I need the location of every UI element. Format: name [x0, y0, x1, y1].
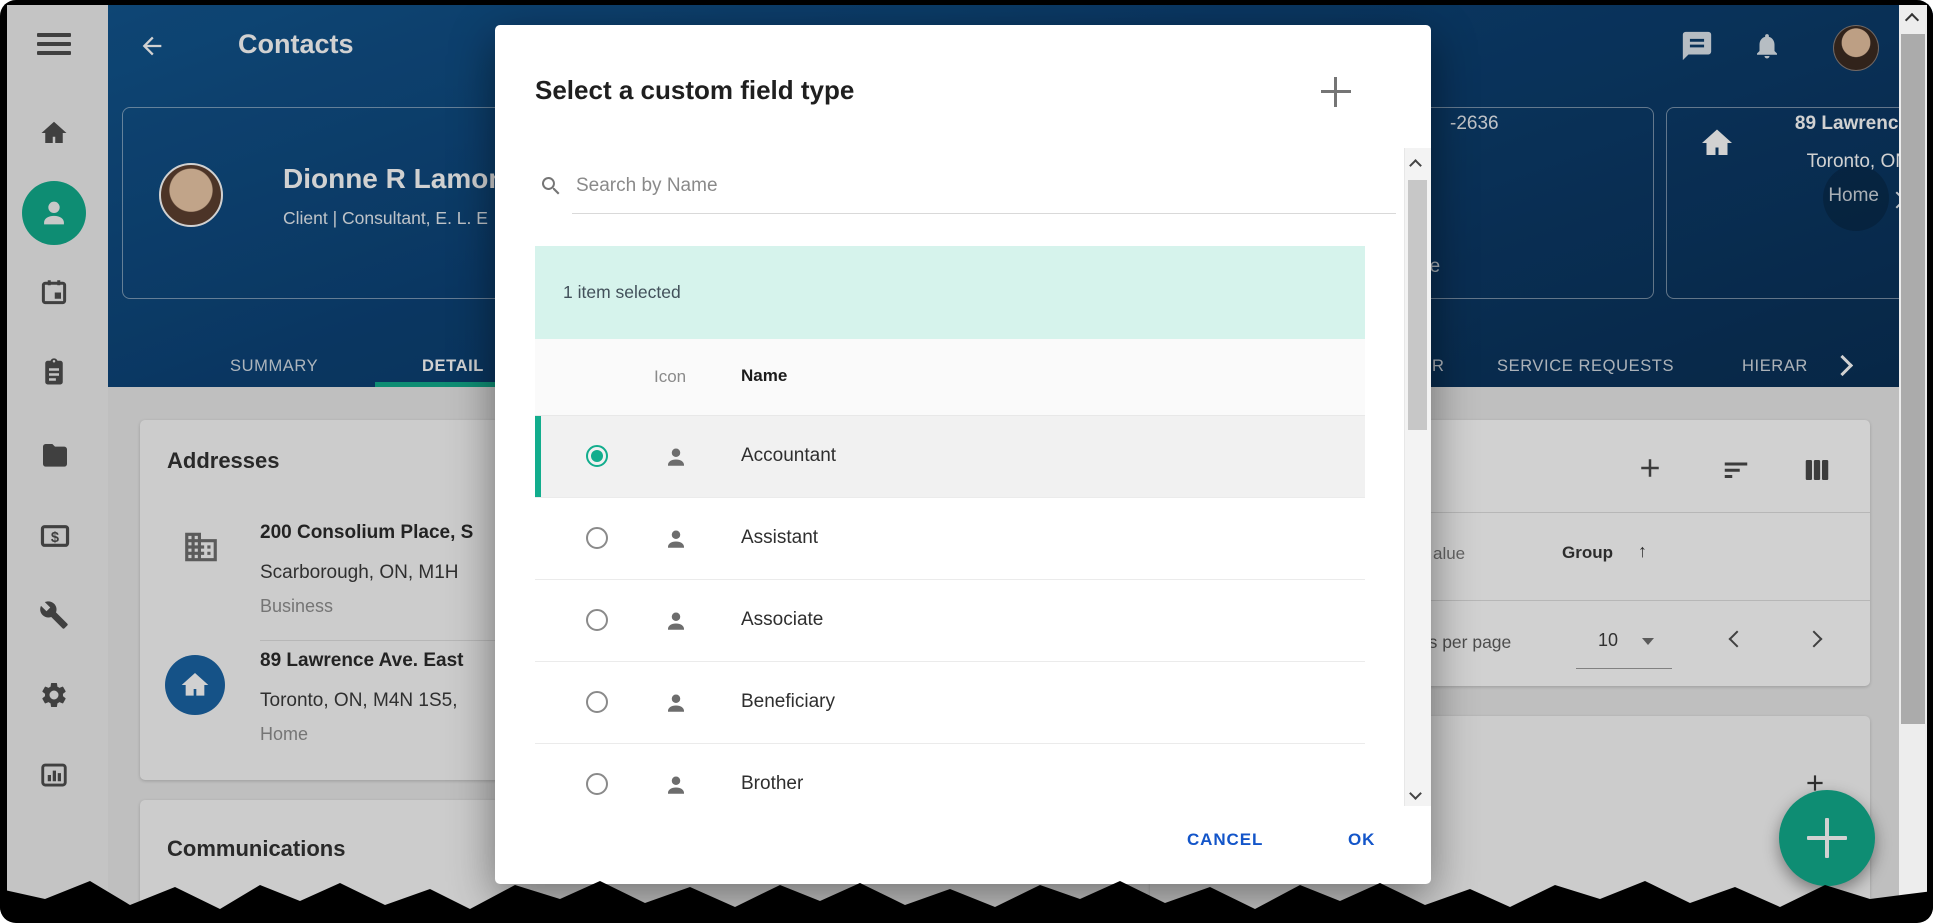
option-row-beneficiary[interactable]: Beneficiary — [535, 662, 1365, 744]
scroll-up-chevron-icon[interactable] — [1907, 12, 1917, 30]
option-row-brother[interactable]: Brother — [535, 744, 1365, 800]
select-field-type-dialog: Select a custom field type 1 item select… — [495, 25, 1431, 884]
search-input[interactable] — [574, 171, 1368, 201]
list-header-row: Icon Name — [535, 339, 1365, 416]
person-icon — [661, 524, 691, 554]
person-icon — [661, 606, 691, 636]
person-icon — [661, 442, 691, 472]
column-header-icon: Icon — [654, 367, 686, 387]
option-label: Accountant — [741, 445, 836, 467]
selection-banner: 1 item selected — [535, 246, 1365, 339]
frame-top — [0, 0, 1933, 5]
cancel-button[interactable]: CANCEL — [1187, 830, 1263, 850]
page-scrollbar-thumb[interactable] — [1901, 34, 1925, 724]
dialog-title: Select a custom field type — [535, 75, 854, 106]
option-row-assistant[interactable]: Assistant — [535, 498, 1365, 580]
radio-button[interactable] — [586, 691, 608, 713]
column-header-name: Name — [741, 366, 787, 386]
option-label: Assistant — [741, 527, 818, 549]
frame-bottom-torn-edge — [0, 875, 1933, 923]
selected-row-bar — [535, 416, 541, 497]
dialog-add-icon[interactable] — [1321, 77, 1351, 107]
frame-left — [0, 0, 7, 923]
radio-button[interactable] — [586, 609, 608, 631]
scroll-down-chevron-icon[interactable] — [1411, 785, 1420, 803]
option-label: Associate — [741, 609, 823, 631]
scroll-up-chevron-icon[interactable] — [1411, 157, 1420, 175]
radio-button[interactable] — [586, 527, 608, 549]
selection-banner-text: 1 item selected — [563, 282, 681, 303]
option-row-associate[interactable]: Associate — [535, 580, 1365, 662]
option-row-accountant[interactable]: Accountant — [535, 416, 1365, 498]
app-screen: Contacts Dionne R Lamont Client | Consul… — [0, 0, 1933, 923]
ok-button[interactable]: OK — [1348, 830, 1375, 850]
radio-button-selected[interactable] — [586, 445, 608, 467]
person-icon — [661, 688, 691, 718]
radio-button[interactable] — [586, 773, 608, 795]
search-underline — [572, 213, 1396, 214]
search-icon — [539, 174, 563, 198]
page-scrollbar[interactable] — [1899, 0, 1927, 923]
field-type-list: Icon Name Accountant Assistant Associate — [535, 339, 1365, 800]
frame-right — [1927, 0, 1933, 923]
person-icon — [661, 770, 691, 800]
dialog-scrollbar-thumb[interactable] — [1408, 180, 1427, 430]
option-label: Beneficiary — [741, 691, 835, 713]
option-label: Brother — [741, 773, 803, 795]
